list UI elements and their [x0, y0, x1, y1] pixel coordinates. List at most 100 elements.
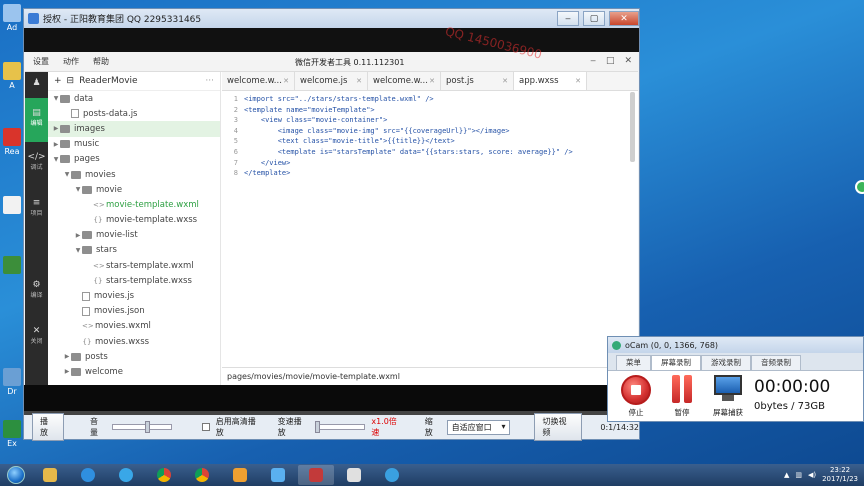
tree-folder[interactable]: ▼ stars	[48, 243, 220, 258]
collapse-icon[interactable]: ⊟	[67, 76, 75, 86]
avatar-icon: ♟	[32, 78, 41, 88]
taskbar-player[interactable]	[374, 465, 410, 485]
desktop-icon[interactable]	[2, 196, 22, 215]
taskbar-app-k[interactable]	[222, 465, 258, 485]
player-title-bar: 授权 - 正阳教育集团 QQ 2295331465 ‒ ▢ ✕	[24, 9, 639, 28]
code-line: 7 </view>	[222, 159, 638, 170]
tree-folder[interactable]: ▶ posts	[48, 349, 220, 364]
maximize-button[interactable]: ▢	[583, 11, 605, 26]
tree-folder[interactable]: ▶ welcome	[48, 364, 220, 379]
clock[interactable]: 23:22 2017/1/23	[822, 466, 858, 484]
taskbar-ie[interactable]	[70, 465, 106, 485]
tree-folder[interactable]: ▶ music	[48, 137, 220, 152]
editor-tab[interactable]: post.js ✕	[441, 72, 514, 90]
more-icon[interactable]: ···	[205, 76, 214, 86]
menu-action[interactable]: 动作	[63, 56, 79, 67]
taskbar-ocam[interactable]	[336, 465, 372, 485]
switch-video-button[interactable]: 切换视频	[534, 413, 583, 441]
tray-up-icon[interactable]: ▲	[784, 471, 789, 479]
menu-settings[interactable]: 设置	[33, 56, 49, 67]
left-bar-compile[interactable]: ⚙ 编译	[25, 270, 48, 316]
left-bar-close[interactable]: ✕ 关闭	[25, 316, 48, 362]
desktop-icon[interactable]: Dr	[2, 368, 22, 396]
taskbar-chat[interactable]	[108, 465, 144, 485]
close-button[interactable]: ✕	[609, 11, 639, 26]
taskbar-chrome2[interactable]	[184, 465, 220, 485]
tree-item-label: movies.wxss	[95, 336, 150, 347]
menu-help[interactable]: 帮助	[93, 56, 109, 67]
taskbar-film[interactable]	[298, 465, 334, 485]
code-area[interactable]: 1 <import src="../stars/stars-template.wx…	[222, 91, 638, 367]
stop-button[interactable]: 停止	[616, 375, 656, 418]
avatar[interactable]: ♟	[25, 72, 48, 98]
line-number: 4	[233, 126, 238, 135]
tree-file[interactable]: {} stars-template.wxss	[48, 273, 220, 288]
desktop-icon[interactable]: A	[2, 62, 22, 90]
line-number: 2	[233, 105, 238, 114]
editor-tab[interactable]: welcome.w... ✕	[368, 72, 441, 90]
speed-slider[interactable]	[315, 421, 366, 433]
tree-folder[interactable]: ▼ movie	[48, 182, 220, 197]
taskbar-bird[interactable]	[260, 465, 296, 485]
close-tab-icon[interactable]: ✕	[429, 77, 435, 85]
code-line: 1 <import src="../stars/stars-template.wx…	[222, 95, 638, 106]
tree-folder[interactable]: ▼ pages	[48, 152, 220, 167]
close-tab-icon[interactable]: ✕	[502, 77, 508, 85]
close-tab-icon[interactable]: ✕	[356, 77, 362, 85]
desktop-icon[interactable]: Ad	[2, 4, 22, 32]
taskbar-chrome[interactable]	[146, 465, 182, 485]
ocam-tab-screen[interactable]: 屏幕录制	[651, 355, 701, 370]
zoom-select[interactable]: 自适应窗口 ▾	[446, 419, 511, 435]
editor-tab[interactable]: welcome.js ✕	[295, 72, 368, 90]
volume-knob[interactable]	[144, 421, 150, 433]
zoom-label: 缩放	[424, 417, 433, 437]
ocam-tab-menu[interactable]: 菜单	[616, 355, 651, 370]
pause-button[interactable]: 暂停	[662, 375, 702, 418]
tree-file[interactable]: {} movie-template.wxss	[48, 213, 220, 228]
tree-folder[interactable]: ▼ data	[48, 91, 220, 106]
folder-icon	[60, 94, 70, 103]
minimize-button[interactable]: ‒	[557, 11, 579, 26]
ocam-tab-game[interactable]: 游戏录制	[701, 355, 751, 370]
tree-file[interactable]: <> movies.wxml	[48, 319, 220, 334]
desktop-icon[interactable]	[2, 256, 22, 275]
left-bar-project[interactable]: ≡ 项目	[25, 188, 48, 270]
minimize-icon[interactable]: ‒	[590, 56, 596, 66]
windows-orb-icon	[7, 466, 25, 484]
close-icon[interactable]: ✕	[624, 56, 632, 66]
editor-scrollbar[interactable]	[630, 92, 635, 162]
volume-icon[interactable]: ◀)	[808, 471, 816, 479]
desktop-icon[interactable]: Ex	[2, 420, 22, 448]
hq-checkbox[interactable]	[201, 423, 210, 431]
start-button[interactable]	[0, 464, 32, 486]
desktop-icon[interactable]: Rea	[2, 128, 22, 156]
chevron-down-icon: ▼	[64, 171, 70, 179]
desktop-widget-icon[interactable]	[855, 180, 864, 194]
add-icon[interactable]: +	[54, 76, 62, 86]
tree-item-label: data	[74, 93, 94, 104]
tree-file[interactable]: posts-data.js	[48, 106, 220, 121]
ocam-tab-audio[interactable]: 音频录制	[751, 355, 801, 370]
tree-folder[interactable]: ▼ movies	[48, 167, 220, 182]
editor-tab[interactable]: welcome.w... ✕	[222, 72, 295, 90]
left-bar-debug[interactable]: </> 调试	[25, 142, 48, 188]
line-number: 3	[233, 116, 238, 125]
close-tab-icon[interactable]: ✕	[283, 77, 289, 85]
tree-file[interactable]: movies.js	[48, 288, 220, 303]
maximize-icon[interactable]: □	[606, 56, 615, 66]
tree-file[interactable]: <> stars-template.wxml	[48, 258, 220, 273]
tree-file[interactable]: movies.json	[48, 304, 220, 319]
network-icon[interactable]: ▥	[795, 471, 802, 479]
tree-file[interactable]: <> movie-template.wxml	[48, 197, 220, 212]
close-tab-icon[interactable]: ✕	[575, 77, 581, 85]
editor-tab[interactable]: app.wxss ✕	[514, 72, 587, 90]
tree-folder[interactable]: ▶ images	[48, 121, 220, 137]
tree-file[interactable]: {} movies.wxss	[48, 334, 220, 349]
volume-slider[interactable]	[111, 421, 172, 433]
left-bar-edit[interactable]: ▤ 编辑	[25, 98, 48, 142]
tree-folder[interactable]: ▶ movie-list	[48, 228, 220, 243]
speed-knob[interactable]	[315, 421, 321, 433]
play-button[interactable]: 播放	[32, 413, 64, 441]
capture-button[interactable]: 屏幕捕获	[708, 375, 748, 418]
taskbar-folder[interactable]	[32, 465, 68, 485]
